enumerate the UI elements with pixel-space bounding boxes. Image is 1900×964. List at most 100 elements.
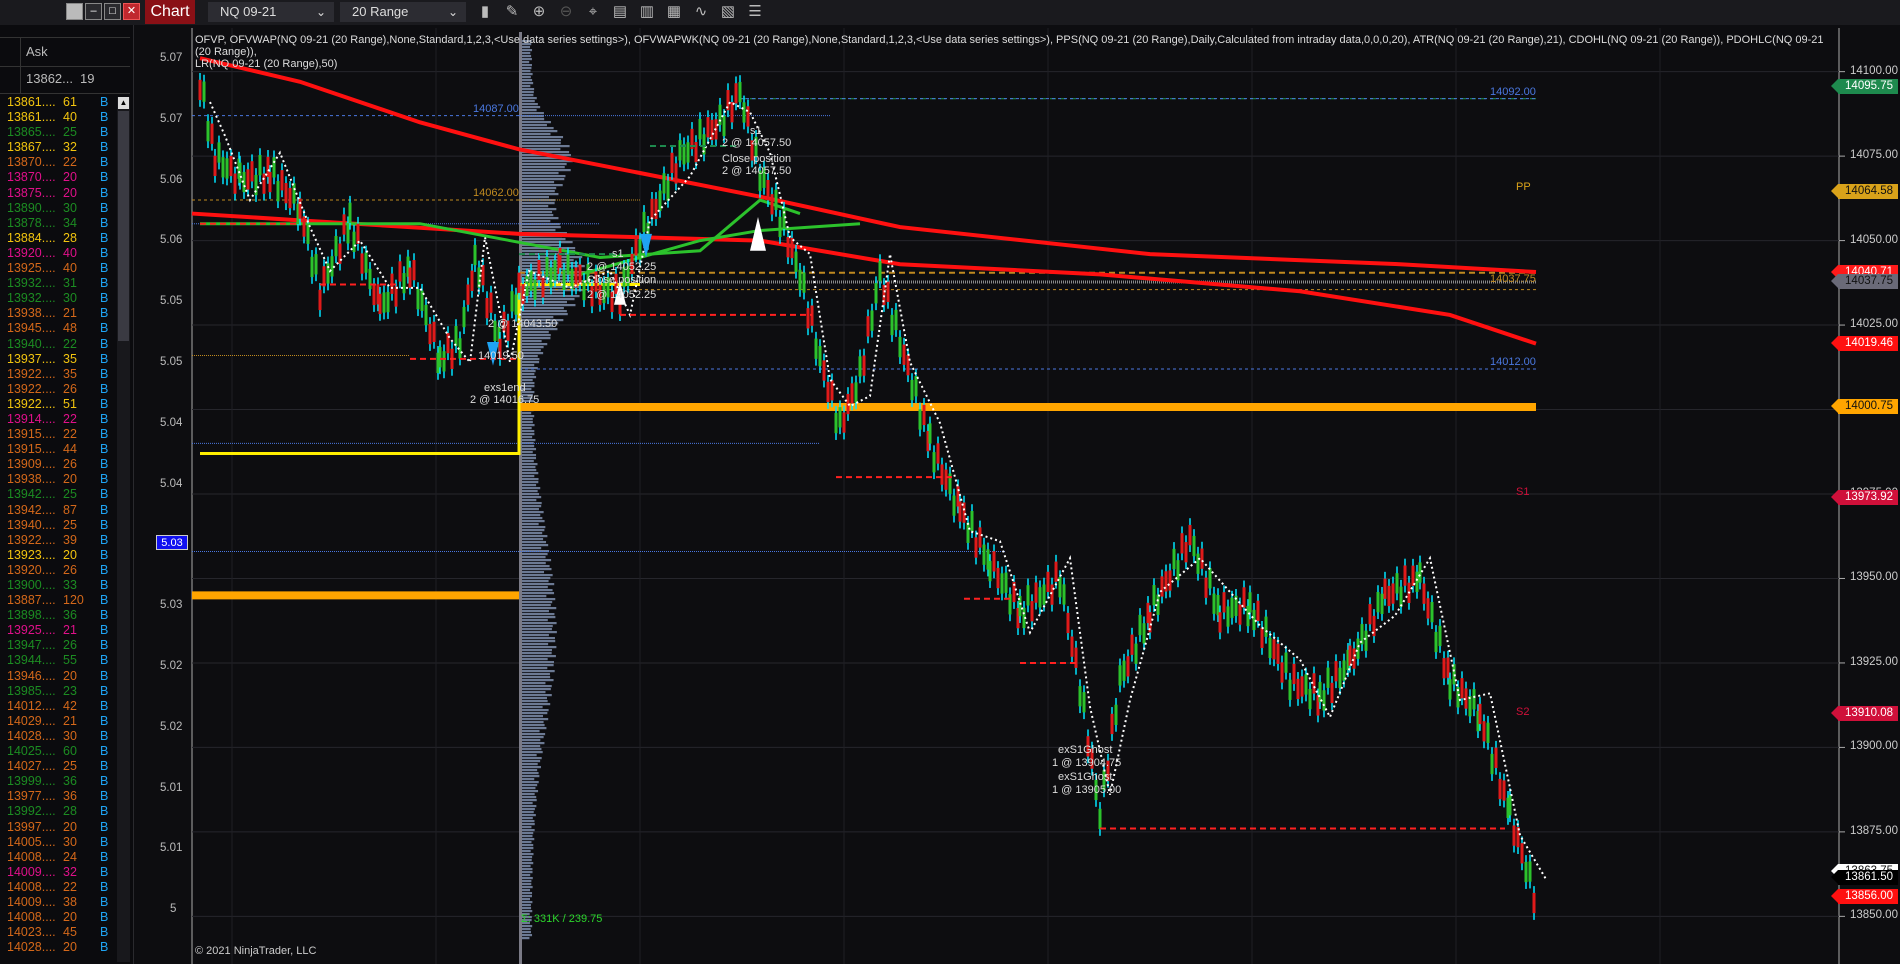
- candle-body: [970, 510, 974, 532]
- candle-body: [698, 119, 702, 140]
- candle-body: [334, 235, 338, 257]
- volume-profile-bar: [522, 568, 552, 571]
- candle-body: [650, 198, 654, 220]
- candle-body: [322, 266, 326, 287]
- price-chart[interactable]: [0, 0, 1900, 964]
- volume-profile-bar: [522, 637, 555, 640]
- candle-body: [866, 316, 870, 337]
- volume-profile-bar: [522, 595, 547, 598]
- candle-body: [638, 239, 642, 260]
- volume-profile-bar: [522, 310, 567, 313]
- candle-body: [982, 544, 986, 565]
- candle-body: [553, 260, 557, 281]
- volume-profile-bar: [522, 340, 542, 343]
- candle-body: [454, 325, 458, 347]
- level-price-label: 14087.00: [473, 102, 519, 115]
- price-marker-tag: 14064.58: [1831, 183, 1898, 199]
- volume-profile-bar: [522, 751, 543, 754]
- candle-body: [940, 464, 944, 485]
- candle-body: [292, 183, 296, 204]
- candle-body: [250, 161, 254, 182]
- candle-body: [1192, 535, 1196, 557]
- candle-body: [1074, 647, 1078, 668]
- right-axis-tick: 14025.00: [1850, 318, 1898, 331]
- volume-profile-bar: [522, 880, 532, 883]
- volume-profile-bar: [522, 544, 549, 547]
- candle-body: [806, 308, 810, 329]
- candle-body: [578, 264, 582, 285]
- price-marker-tag: 13910.08: [1831, 705, 1898, 721]
- candle-body: [541, 277, 545, 298]
- candle-body: [786, 237, 790, 258]
- candle-body: [686, 142, 690, 163]
- candle-body: [674, 163, 678, 184]
- volume-profile-bar: [522, 589, 553, 592]
- candle-body: [1180, 533, 1184, 554]
- sell-arrow-icon: [750, 216, 766, 251]
- volume-profile-bar: [522, 82, 534, 85]
- left-axis-cursor-tag: 5.03: [156, 535, 188, 550]
- candle-body: [822, 360, 826, 381]
- candle-body: [213, 155, 217, 176]
- candle-body: [1356, 638, 1360, 659]
- volume-profile-bar: [522, 499, 537, 502]
- candle-body: [1042, 584, 1046, 605]
- volume-profile-bar: [522, 814, 536, 817]
- candle-body: [1403, 565, 1407, 586]
- volume-profile-bar: [522, 832, 534, 835]
- candle-body: [886, 281, 890, 302]
- candle-body: [372, 284, 376, 306]
- volume-profile-bar: [522, 121, 551, 124]
- volume-profile-bar: [522, 100, 535, 103]
- candle-body: [284, 183, 288, 204]
- candle-body: [988, 560, 992, 582]
- vwap-lower-line: [191, 211, 1537, 346]
- candle-body: [412, 260, 416, 281]
- candle-body: [1528, 861, 1532, 882]
- volume-profile-bar: [522, 535, 548, 538]
- candle-body: [774, 189, 778, 210]
- volume-profile-bar: [522, 631, 557, 634]
- volume-profile-bar: [522, 763, 538, 766]
- volume-profile-bar: [522, 427, 532, 430]
- volume-profile-bar: [522, 301, 568, 304]
- volume-profile-bar: [522, 655, 556, 658]
- volume-profile-bar: [522, 118, 545, 121]
- volume-profile-bar: [522, 739, 541, 742]
- candle-body: [922, 404, 926, 426]
- candle-body: [778, 216, 782, 238]
- candle-body: [1391, 583, 1395, 604]
- candle-body: [1478, 703, 1482, 725]
- candle-body: [1482, 721, 1486, 742]
- volume-profile-bar: [522, 652, 552, 655]
- volume-profile-bar: [522, 802, 533, 805]
- candle-body: [974, 537, 978, 558]
- volume-profile-bar: [522, 844, 534, 847]
- candle-body: [318, 289, 322, 311]
- volume-profile-bar: [522, 859, 532, 862]
- trade-annotation: 2 @ 14052.25: [587, 289, 657, 301]
- candle-body: [952, 495, 956, 516]
- volume-profile-bar: [522, 856, 533, 859]
- candle-body: [489, 292, 493, 313]
- volume-profile-bar: [522, 517, 543, 520]
- trade-annotation: 2 @ 14057.50: [722, 165, 792, 177]
- candle-body: [1292, 663, 1296, 685]
- candle-body: [1284, 652, 1288, 673]
- volume-profile-bar: [522, 937, 530, 940]
- volume-profile-bar: [522, 769, 538, 772]
- volume-profile-bar: [522, 607, 557, 610]
- candle-body: [1110, 713, 1114, 735]
- volume-profile-bar: [522, 673, 550, 676]
- candle-body: [210, 123, 214, 144]
- candle-body: [330, 256, 334, 277]
- volume-profile-bar: [522, 355, 538, 358]
- left-axis-tick: 5.04: [160, 416, 183, 429]
- volume-profile-bar: [522, 829, 535, 832]
- volume-profile-bar: [522, 718, 549, 721]
- candle-body: [666, 180, 670, 201]
- candle-body: [1034, 582, 1038, 603]
- candle-body: [1168, 570, 1172, 591]
- volume-profile-bar: [522, 538, 544, 541]
- candle-body: [1494, 747, 1498, 768]
